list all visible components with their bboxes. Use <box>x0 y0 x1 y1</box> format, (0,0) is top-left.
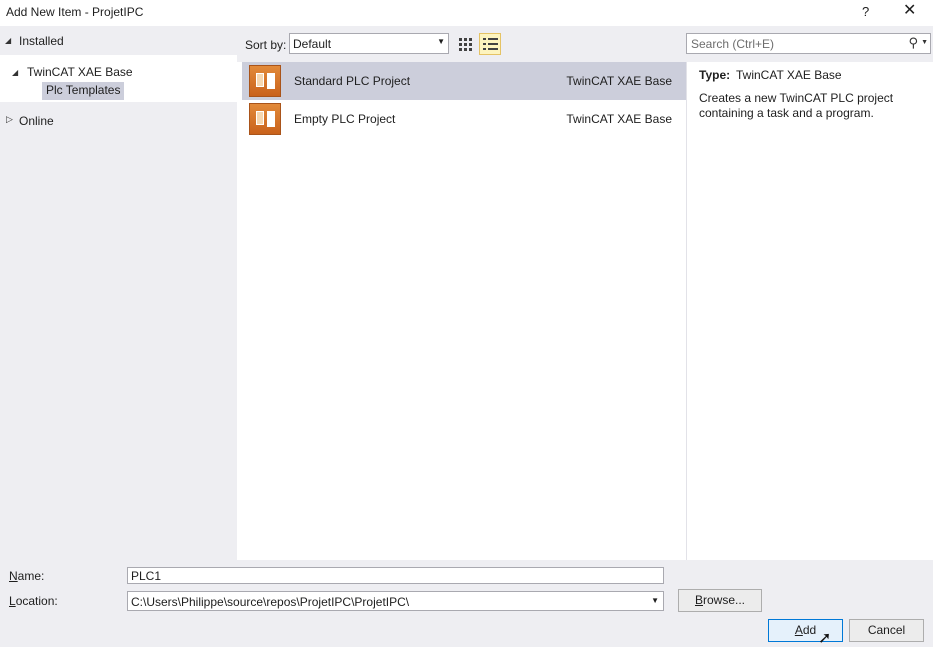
mouse-cursor-icon: ➚ <box>818 630 832 647</box>
cancel-button[interactable]: Cancel <box>849 619 924 642</box>
template-type: TwinCAT XAE Base <box>566 112 672 126</box>
name-label: Name: <box>9 569 45 583</box>
tree-item-installed-label: Installed <box>19 34 64 48</box>
template-item-empty-plc[interactable]: Empty PLC Project TwinCAT XAE Base <box>242 100 686 138</box>
search-input[interactable]: Search (Ctrl+E) ⚲ ▼ <box>686 33 931 54</box>
template-type: TwinCAT XAE Base <box>566 74 672 88</box>
template-name: Standard PLC Project <box>294 74 411 88</box>
details-pane: Type: TwinCAT XAE Base Creates a new Twi… <box>686 62 933 560</box>
name-field[interactable]: PLC1 <box>127 567 664 584</box>
tree-background <box>0 102 237 560</box>
title-bar: Add New Item - ProjetIPC ? ✕ <box>0 0 933 26</box>
search-placeholder: Search (Ctrl+E) <box>691 37 775 51</box>
chevron-down-icon[interactable]: ▼ <box>651 596 659 605</box>
expand-arrow-icon[interactable]: ◢ <box>5 36 11 45</box>
template-tree: ◢ Installed ◢ TwinCAT XAE Base Plc Templ… <box>0 26 237 560</box>
tree-item-online[interactable]: Online <box>19 114 54 128</box>
window-title: Add New Item - ProjetIPC <box>6 5 144 19</box>
location-field[interactable]: C:\Users\Philippe\source\repos\ProjetIPC… <box>127 591 664 611</box>
list-view-button[interactable] <box>479 33 501 55</box>
tree-item-plc-templates[interactable]: Plc Templates <box>42 82 125 100</box>
browse-button[interactable]: Browse... <box>678 589 762 612</box>
template-name: Empty PLC Project <box>294 112 396 126</box>
template-list: Standard PLC Project TwinCAT XAE Base Em… <box>242 62 686 560</box>
location-label: Location: <box>9 594 58 608</box>
expand-arrow-icon[interactable]: ◢ <box>12 68 18 77</box>
location-value: C:\Users\Philippe\source\repos\ProjetIPC… <box>131 595 410 609</box>
type-label: Type: <box>699 68 731 82</box>
chevron-down-icon: ▼ <box>437 37 445 46</box>
template-item-standard-plc[interactable]: Standard PLC Project TwinCAT XAE Base <box>242 62 686 100</box>
sort-by-label: Sort by: <box>245 38 287 52</box>
search-icon[interactable]: ⚲ <box>908 35 918 51</box>
template-description: Creates a new TwinCAT PLC project contai… <box>699 91 894 120</box>
collapse-arrow-icon[interactable]: ▷ <box>6 114 13 125</box>
plc-project-icon <box>249 65 281 97</box>
sort-by-value: Default <box>293 37 332 51</box>
help-button[interactable]: ? <box>862 4 869 19</box>
plc-project-icon <box>249 103 281 135</box>
sort-by-dropdown[interactable]: Default ▼ <box>289 33 449 54</box>
add-button[interactable]: Add <box>768 619 843 642</box>
chevron-down-icon[interactable]: ▼ <box>921 39 928 46</box>
tree-item-twincat-xae-base[interactable]: TwinCAT XAE Base <box>27 65 133 79</box>
list-view-icon <box>483 38 498 50</box>
grid-view-icon[interactable] <box>456 34 476 54</box>
close-button[interactable]: ✕ <box>903 2 916 20</box>
tree-item-installed[interactable]: ◢ Installed <box>0 26 237 55</box>
type-value: TwinCAT XAE Base <box>736 68 842 82</box>
